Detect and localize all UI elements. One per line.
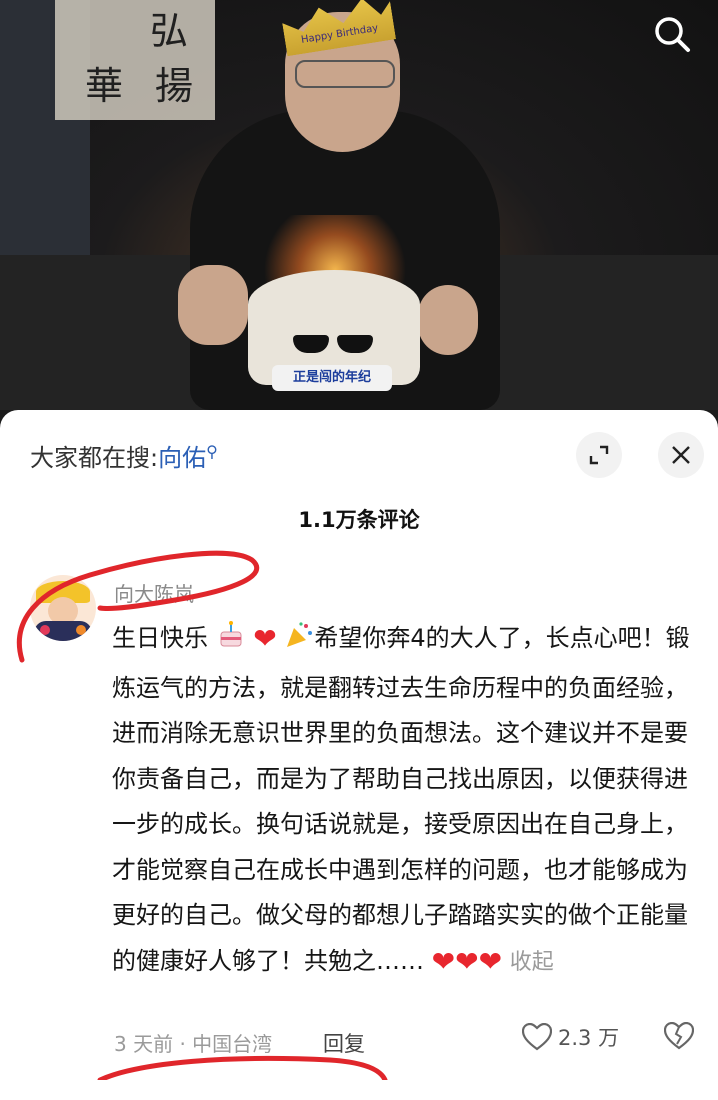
like-heart-icon <box>522 1023 552 1051</box>
close-button[interactable] <box>658 432 704 478</box>
heart-emoji: ❤ <box>455 944 479 978</box>
small-search-icon: ⚲ <box>206 442 218 461</box>
left-hand <box>178 265 248 345</box>
comments-count-title: 1.1万条评论 <box>298 508 420 532</box>
video-photo[interactable]: 華 弘 揚 Happy Birthday 正是闯的年纪 <box>0 0 718 410</box>
comment-text: 生日快乐 ❤ 希望你奔4的大人了，长点心吧！锻炼运气的方法，就是翻转过去生命历程… <box>112 616 692 985</box>
comment-username[interactable]: 向大陈岚 <box>114 578 194 607</box>
heart-emoji: ❤ <box>253 622 277 655</box>
reply-button[interactable]: 回复 <box>323 1028 365 1058</box>
glasses <box>295 60 395 88</box>
hat-text: Happy Birthday <box>300 22 379 46</box>
close-icon <box>672 446 690 464</box>
calligraphy-scroll: 華 弘 揚 <box>55 0 215 120</box>
comment-panel: 大家都在搜:向佑⚲ 1.1万条评论 向大陈岚 生日快乐 ❤ 希望你奔4的大人了，… <box>0 410 718 1100</box>
avatar[interactable] <box>30 575 96 641</box>
dislike-button[interactable] <box>663 1021 695 1054</box>
like-count: 2.3 万 <box>558 1026 620 1050</box>
right-hand <box>418 285 478 355</box>
expand-icon <box>589 445 609 465</box>
search-suggestion[interactable]: 大家都在搜:向佑⚲ <box>30 438 218 473</box>
expand-button[interactable] <box>576 432 622 478</box>
like-button[interactable]: 2.3 万 <box>522 1022 619 1052</box>
heart-emoji: ❤ <box>431 944 456 978</box>
party-popper-emoji <box>284 620 314 666</box>
search-suggestion-prefix: 大家都在搜: <box>30 444 159 472</box>
cake-emoji <box>216 620 246 666</box>
search-icon <box>655 17 690 52</box>
cake-band-text: 正是闯的年纪 <box>272 365 392 391</box>
search-suggestion-keyword[interactable]: 向佑 <box>158 444 206 472</box>
comment-time-location: 3 天前 · 中国台湾 <box>114 1032 273 1056</box>
dislike-icon <box>663 1021 695 1050</box>
comment-text-part2: 希望你奔4的大人了，长点心吧！锻炼运气的方法，就是翻转过去生命历程中的负面经验，… <box>112 624 690 975</box>
heart-emoji: ❤ <box>478 944 503 978</box>
search-button[interactable] <box>648 10 696 58</box>
collapse-link[interactable]: 收起 <box>510 950 554 975</box>
cake-sunglasses <box>293 335 375 355</box>
comment-text-part1: 生日快乐 <box>112 624 208 652</box>
